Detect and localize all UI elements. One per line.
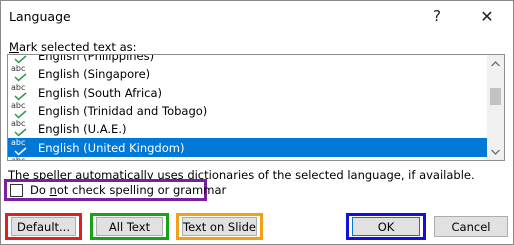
language-list-item-label: English (U.A.E.) <box>38 122 127 137</box>
language-list-item-label: English (United Kingdom) <box>38 140 185 155</box>
ok-button[interactable]: OK <box>352 217 420 236</box>
language-listbox[interactable]: abcEnglish (Philippines)abcEnglish (Sing… <box>7 54 505 161</box>
no-check-label-post: ot check spelling or grammar <box>56 183 227 197</box>
language-list-item-label: English (Trinidad and Tobago) <box>38 104 208 119</box>
language-dialog: Language ? ✕ Mark selected text as: abcE… <box>0 0 514 245</box>
spell-check-icon-text: abc <box>11 155 26 161</box>
language-list-item-label: English (Singapore) <box>38 67 151 82</box>
cancel-button-frame: Cancel <box>434 213 508 240</box>
default-button-highlight: Default... <box>5 213 82 240</box>
ok-button-highlight: OK <box>346 213 426 240</box>
scroll-down-arrow-icon[interactable] <box>487 143 504 160</box>
close-button[interactable]: ✕ <box>469 3 505 29</box>
default-button[interactable]: Default... <box>11 217 76 236</box>
all-text-button-highlight: All Text <box>90 213 169 240</box>
no-check-label-pre: Do <box>30 183 50 197</box>
checkmark-icon <box>14 55 27 64</box>
scroll-thumb[interactable] <box>490 88 501 105</box>
spell-check-icon: abc <box>10 83 32 102</box>
language-list-item[interactable]: abc English (South Africa) <box>8 83 487 102</box>
language-list-item-label: English (South Africa) <box>38 85 163 100</box>
language-list-item-label: English (United States) <box>38 159 170 160</box>
language-list-item[interactable]: abc English (United States) <box>8 155 487 161</box>
checkmark-icon <box>14 128 27 137</box>
list-label-text: ark selected text as: <box>18 40 137 54</box>
vertical-scrollbar[interactable] <box>487 55 504 160</box>
cancel-button[interactable]: Cancel <box>434 216 508 237</box>
spell-check-icon: abc <box>10 119 32 138</box>
list-label-accelerator: M <box>9 40 19 54</box>
checkmark-icon <box>14 73 27 82</box>
language-list: abcEnglish (Philippines)abcEnglish (Sing… <box>8 54 487 161</box>
language-list-item[interactable]: abc English (U.A.E.) <box>8 119 487 138</box>
no-check-label[interactable]: Do not check spelling or grammar <box>30 183 226 197</box>
all-text-button[interactable]: All Text <box>96 217 163 236</box>
text-on-slide-button-highlight: Text on Slide <box>176 213 263 240</box>
help-button[interactable]: ? <box>419 3 455 29</box>
spell-check-icon: abc <box>10 155 32 161</box>
no-check-checkbox[interactable] <box>10 183 23 197</box>
text-on-slide-button[interactable]: Text on Slide <box>182 217 257 236</box>
checkmark-icon <box>14 92 27 101</box>
no-check-highlight: Do not check spelling or grammar <box>4 179 226 201</box>
language-list-item-label: English (Philippines) <box>38 54 155 64</box>
dialog-title: Language <box>9 9 71 24</box>
scroll-up-arrow-icon[interactable] <box>487 55 504 72</box>
language-list-item[interactable]: abc English (Trinidad and Tobago) <box>8 101 487 120</box>
spell-check-icon: abc <box>10 138 32 157</box>
checkmark-icon <box>14 147 27 156</box>
language-list-item[interactable]: abc English (Singapore) <box>8 64 487 83</box>
list-label: Mark selected text as: <box>9 40 137 54</box>
spell-check-icon: abc <box>10 101 32 120</box>
checkmark-icon <box>14 110 27 119</box>
no-check-label-accelerator: n <box>49 183 57 197</box>
language-list-item[interactable]: abc English (United Kingdom) <box>8 138 487 157</box>
spell-check-icon: abc <box>10 64 32 83</box>
language-list-item[interactable]: abcEnglish (Philippines) <box>8 54 487 65</box>
